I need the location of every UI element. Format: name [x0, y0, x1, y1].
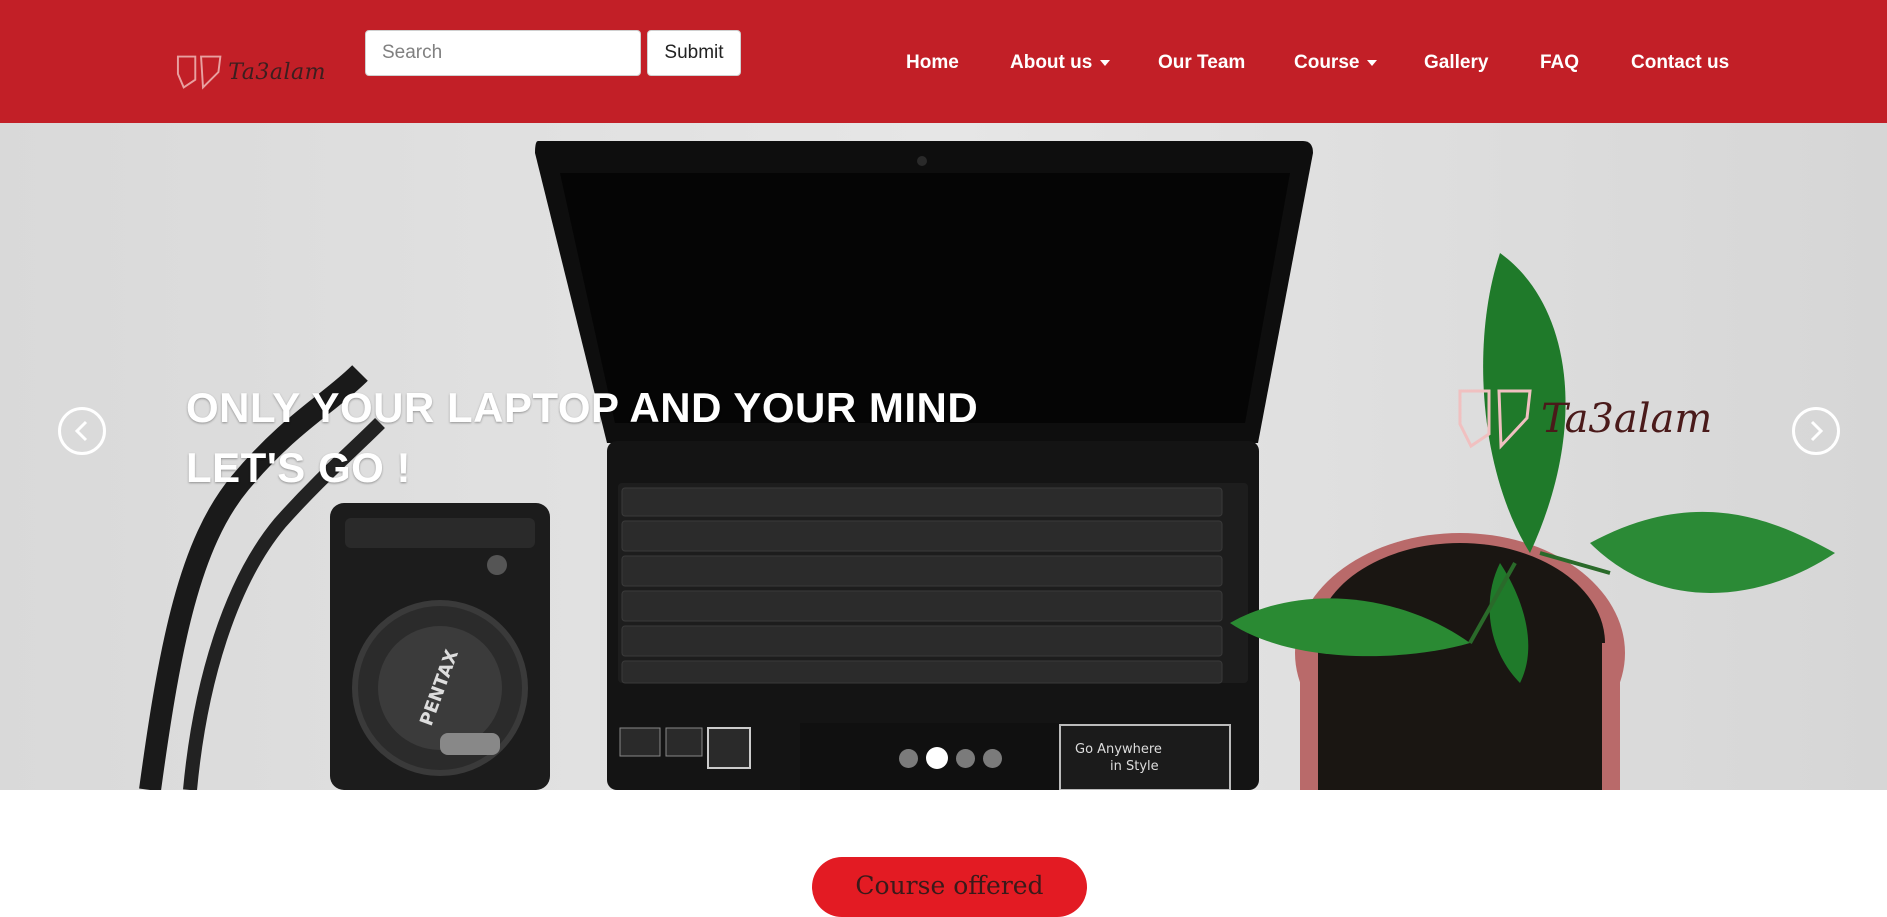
nav-item-contact-us[interactable]: Contact us [1631, 52, 1729, 74]
hero-logo: Ta3alam [1457, 388, 1712, 450]
hero-caption-line: LET'S GO ! [186, 444, 411, 491]
nav-item-about-us[interactable]: About us [1010, 52, 1111, 74]
chevron-right-icon [1810, 420, 1824, 442]
nav-item-label: About us [1010, 52, 1093, 73]
hero-carousel: PENTAX Go Anywhere in Style ONLY YOUR LA… [0, 123, 1887, 790]
hero-caption-line: ONLY YOUR LAPTOP AND YOUR MIND [186, 384, 979, 431]
nav-item-label: Home [906, 52, 959, 73]
carousel-indicators [899, 747, 1002, 769]
carousel-indicator-4[interactable] [983, 748, 1002, 768]
nav-item-our-team[interactable]: Our Team [1158, 52, 1245, 74]
carousel-indicator-1[interactable] [899, 748, 918, 768]
nav-item-gallery[interactable]: Gallery [1424, 52, 1488, 74]
caret-down-icon [1367, 60, 1378, 66]
nav-item-label: FAQ [1540, 52, 1580, 73]
svg-text:in Style: in Style [1110, 759, 1159, 774]
nav-item-label: Contact us [1631, 52, 1730, 73]
nav-item-label: Course [1294, 52, 1360, 73]
chevron-left-icon [74, 420, 88, 442]
hero-logo-text: Ta3alam [1541, 396, 1713, 442]
nav-item-course[interactable]: Course [1294, 52, 1378, 74]
carousel-indicator-3[interactable] [956, 748, 975, 768]
carousel-next-button[interactable] [1792, 407, 1840, 455]
course-offered-button[interactable]: Course offered [812, 857, 1087, 917]
nav-item-label: Our Team [1158, 52, 1246, 73]
logo-mark-icon [1458, 389, 1532, 450]
caret-down-icon [1100, 60, 1111, 66]
nav-item-label: Gallery [1424, 52, 1489, 73]
site-header: Ta3alam Submit Home About us Our Team Co… [0, 0, 1887, 123]
carousel-prev-button[interactable] [58, 407, 106, 455]
hero-caption: ONLY YOUR LAPTOP AND YOUR MIND LET'S GO … [186, 378, 978, 498]
svg-text:Go Anywhere: Go Anywhere [1075, 742, 1162, 757]
nav-item-faq[interactable]: FAQ [1540, 52, 1579, 74]
nav-item-home[interactable]: Home [906, 52, 959, 74]
main-nav: Home About us Our Team Course Gallery FA… [0, 52, 1887, 82]
carousel-indicator-2[interactable] [926, 747, 948, 769]
